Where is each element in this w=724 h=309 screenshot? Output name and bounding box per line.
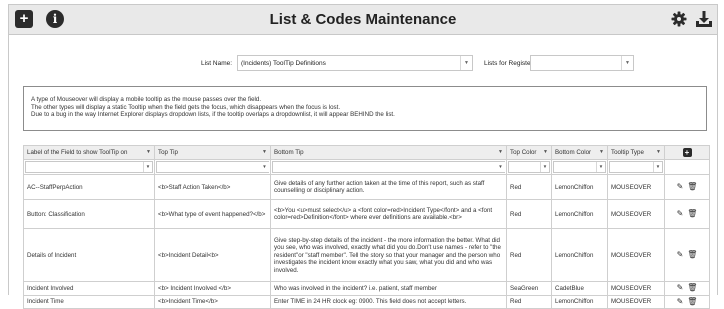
cell-top-tip: <b>Incident Detail<b> xyxy=(154,228,271,283)
cell-label: Incident Time xyxy=(23,294,155,309)
trash-icon[interactable]: 🗑 xyxy=(687,182,697,190)
cell-bottom-color: CadetBlue xyxy=(551,281,608,296)
table-row: Incident Involved <b> Incident Involved … xyxy=(23,281,710,296)
cell-bottom-tip: Enter TIME in 24 HR clock eg: 0900. This… xyxy=(270,294,507,309)
list-selectors: List Name: (Incidents) ToolTip Definitio… xyxy=(9,55,717,75)
filter-icon: ▼ xyxy=(146,149,151,155)
chevron-down-icon: ▼ xyxy=(596,162,605,173)
pencil-icon[interactable]: ✎ xyxy=(677,297,684,305)
filter-bottom-color-select[interactable]: ▼ xyxy=(553,161,606,174)
chevron-down-icon: ▼ xyxy=(262,164,267,170)
plus-square-icon[interactable]: + xyxy=(682,148,692,157)
filter-icon: ▼ xyxy=(543,149,548,155)
cell-bottom-tip: Give step-by-step details of the inciden… xyxy=(270,228,507,283)
filter-top-tip-input[interactable]: ▼ xyxy=(156,161,269,174)
tooltip-table: Label of the Field to show ToolTip on ▼ T… xyxy=(23,144,710,309)
maintenance-panel: + i List & Codes Maintenance List Name: … xyxy=(8,4,718,309)
cell-bottom-color: LemonChiffon xyxy=(551,294,608,309)
gear-icon[interactable] xyxy=(670,10,688,28)
filter-icon: ▼ xyxy=(498,149,503,155)
filter-icon: ▼ xyxy=(599,149,604,155)
list-name-value: (Incidents) ToolTip Definitions xyxy=(241,60,326,67)
title-bar: + i List & Codes Maintenance xyxy=(9,5,717,35)
cell-label: Button: Classification xyxy=(23,199,155,230)
register-label: Lists for Register: xyxy=(484,60,535,67)
cell-bottom-tip: Give details of any further action taken… xyxy=(270,174,507,201)
cell-top-color: Red xyxy=(506,174,552,201)
cell-top-color: Red xyxy=(506,199,552,230)
filter-bottom-tip-input[interactable]: ▼ xyxy=(272,161,505,174)
pencil-icon[interactable]: ✎ xyxy=(677,182,684,190)
col-header-bottom-tip[interactable]: Bottom Tip ▼ xyxy=(270,144,507,161)
cell-bottom-tip: Who was involved in the incident? i.e. p… xyxy=(270,281,507,296)
row-actions: ✎ 🗑 xyxy=(664,174,710,201)
chevron-down-icon: ▼ xyxy=(460,56,472,70)
cell-bottom-color: LemonChiffon xyxy=(551,199,608,230)
cell-top-tip: <b> Incident Involved </b> xyxy=(154,281,271,296)
pencil-icon[interactable]: ✎ xyxy=(677,250,684,258)
chevron-down-icon: ▼ xyxy=(540,162,549,173)
col-header-label[interactable]: Label of the Field to show ToolTip on ▼ xyxy=(23,144,155,161)
cell-bottom-color: LemonChiffon xyxy=(551,174,608,201)
pencil-icon[interactable]: ✎ xyxy=(677,284,684,292)
chevron-down-icon: ▼ xyxy=(498,164,503,170)
chevron-down-icon: ▼ xyxy=(621,56,633,70)
row-actions: ✎ 🗑 xyxy=(664,281,710,296)
cell-top-color: Red xyxy=(506,294,552,309)
table-header: Label of the Field to show ToolTip on ▼ T… xyxy=(23,144,710,161)
download-icon[interactable] xyxy=(695,10,713,28)
filter-icon: ▼ xyxy=(262,149,267,155)
page-title: List & Codes Maintenance xyxy=(269,11,457,28)
chevron-down-icon: ▼ xyxy=(143,162,152,173)
row-actions: ✎ 🗑 xyxy=(664,228,710,283)
cell-bottom-tip: <b>You <u>must select</u> a <font color=… xyxy=(270,199,507,230)
cell-top-color: Red xyxy=(506,228,552,283)
chevron-down-icon: ▼ xyxy=(653,162,662,173)
cell-tooltip-type: MOUSEOVER xyxy=(607,228,665,283)
cell-top-tip: <b>Incident Time</b> xyxy=(154,294,271,309)
cell-tooltip-type: MOUSEOVER xyxy=(607,199,665,230)
col-header-add: + xyxy=(664,144,710,161)
row-actions: ✎ 🗑 xyxy=(664,294,710,309)
col-header-tooltip-type[interactable]: Tooltip Type ▼ xyxy=(607,144,665,161)
table-row: Button: Classification <b>What type of e… xyxy=(23,199,710,230)
cell-top-color: SeaGreen xyxy=(506,281,552,296)
trash-icon[interactable]: 🗑 xyxy=(687,297,697,305)
info-message: A type of Mouseover will display a mobil… xyxy=(23,86,707,131)
filter-tooltip-type-select[interactable]: ▼ xyxy=(609,161,663,174)
info-line: A type of Mouseover will display a mobil… xyxy=(31,96,262,103)
table-row: Incident Time <b>Incident Time</b> Enter… xyxy=(23,294,710,309)
cell-bottom-color: LemonChiffon xyxy=(551,228,608,283)
cell-label: AC--StaffPerpAction xyxy=(23,174,155,201)
cell-tooltip-type: MOUSEOVER xyxy=(607,174,665,201)
col-header-top-tip[interactable]: Top Tip ▼ xyxy=(154,144,271,161)
cell-top-tip: <b>What type of event happened?</b> xyxy=(154,199,271,230)
list-name-label: List Name: xyxy=(201,60,233,67)
row-actions: ✎ 🗑 xyxy=(664,199,710,230)
pencil-icon[interactable]: ✎ xyxy=(677,209,684,217)
filter-top-color-select[interactable]: ▼ xyxy=(508,161,550,174)
trash-icon[interactable]: 🗑 xyxy=(687,209,697,217)
list-name-select[interactable]: (Incidents) ToolTip Definitions ▼ xyxy=(237,55,473,71)
cell-tooltip-type: MOUSEOVER xyxy=(607,294,665,309)
filter-icon: ▼ xyxy=(656,149,661,155)
cell-label: Details of Incident xyxy=(23,228,155,283)
col-header-top-color[interactable]: Top Color ▼ xyxy=(506,144,552,161)
filter-label-select[interactable]: ▼ xyxy=(25,161,153,174)
table-row: AC--StaffPerpAction <b>Staff Action Take… xyxy=(23,174,710,201)
col-header-bottom-color[interactable]: Bottom Color ▼ xyxy=(551,144,608,161)
cell-tooltip-type: MOUSEOVER xyxy=(607,281,665,296)
info-line: Due to a bug in the way Internet Explore… xyxy=(31,111,395,119)
trash-icon[interactable]: 🗑 xyxy=(687,284,697,292)
cell-top-tip: <b>Staff Action Taken</b> xyxy=(154,174,271,201)
table-row: Details of Incident <b>Incident Detail<b… xyxy=(23,228,710,283)
info-line: The other types will display a static To… xyxy=(31,103,341,111)
filter-row: ▼ ▼ ▼ ▼ ▼ ▼ xyxy=(23,159,710,176)
register-select[interactable]: ▼ xyxy=(530,55,634,71)
cell-label: Incident Involved xyxy=(23,281,155,296)
trash-icon[interactable]: 🗑 xyxy=(687,250,697,258)
